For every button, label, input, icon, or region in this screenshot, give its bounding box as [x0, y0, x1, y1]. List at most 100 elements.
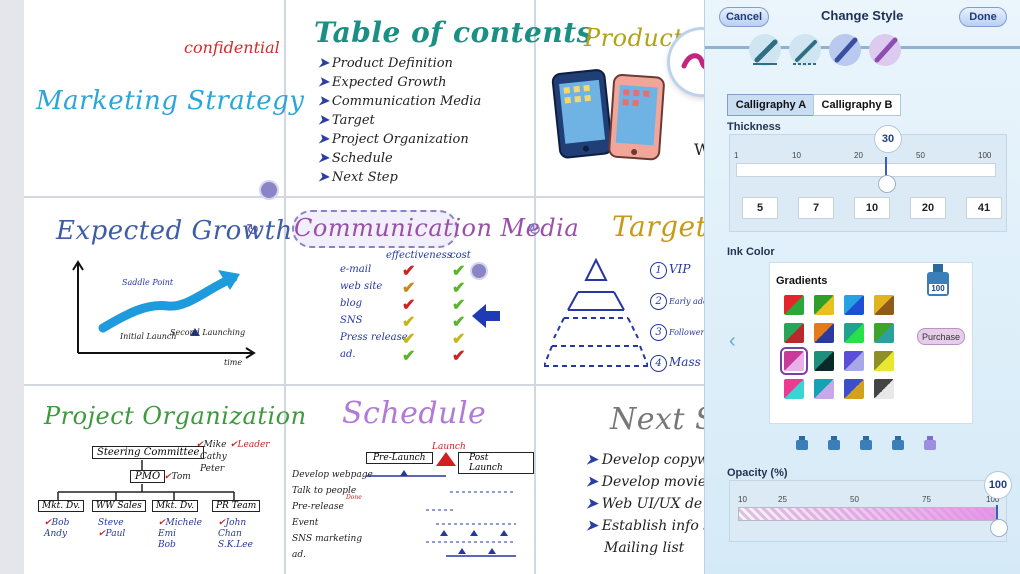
palette-page-icon[interactable] — [827, 436, 841, 450]
team-member: Bob — [158, 540, 176, 550]
media-label: SNS — [340, 315, 363, 326]
team-box: Mkt. Dv. — [152, 500, 199, 512]
pen-3-icon[interactable] — [829, 34, 861, 66]
team-member: ✔John — [218, 518, 247, 528]
color-swatch[interactable] — [784, 379, 804, 399]
target-item: 1 VIP — [650, 258, 690, 279]
thickness-preset-button[interactable]: 41 — [966, 197, 1002, 219]
ink-bottle-icon[interactable]: 100 — [923, 264, 953, 300]
toc-item: ➤ Next Step — [318, 170, 398, 185]
rotate-handle-icon[interactable]: ↻ — [528, 220, 544, 239]
pen-1-icon[interactable] — [749, 34, 781, 66]
palette-page-icon[interactable] — [891, 436, 905, 450]
slide-schedule[interactable]: Schedule Launch Pre-Launch Post Launch D… — [286, 386, 534, 574]
tick-label: 50 — [850, 495, 859, 504]
color-swatch[interactable] — [874, 295, 894, 315]
saddle-label: Saddle Point — [122, 278, 174, 287]
next-item: ➤ Web UI/UX de — [586, 496, 703, 512]
next-item: ➤ Develop copywri — [586, 452, 721, 468]
color-swatch[interactable] — [784, 323, 804, 343]
color-swatch[interactable] — [814, 295, 834, 315]
team-box: PR Team — [212, 500, 261, 512]
color-swatch[interactable] — [874, 351, 894, 371]
thickness-preset-button[interactable]: 10 — [854, 197, 890, 219]
arrow-icon: ➤ — [318, 113, 329, 128]
phones-illustration — [551, 69, 665, 161]
color-swatch[interactable] — [844, 351, 864, 371]
toc-item: ➤ Expected Growth — [318, 75, 447, 90]
slide-toc[interactable]: Table of contents ➤ Product Definition ➤ Ex… — [286, 0, 592, 196]
color-swatch[interactable] — [814, 323, 834, 343]
team-member: Chan — [218, 529, 242, 539]
color-swatch[interactable] — [780, 347, 808, 375]
slide-growth[interactable]: Expected Growth Saddle Point Initial Lau… — [24, 198, 292, 384]
toc-item: ➤ Communication Media — [318, 94, 482, 109]
arrow-icon: ➤ — [318, 56, 329, 71]
task-label: Event — [292, 518, 319, 528]
slide-target[interactable]: Target 1 VIP 2 Early adopter 3 Follower 4 Mass — [536, 198, 725, 384]
arrow-icon: ➤ — [586, 474, 598, 490]
slide-title: Target — [612, 210, 708, 243]
change-style-panel[interactable]: Cancel Change Style Done Calligraphy A C… — [704, 0, 1020, 574]
selection-handle[interactable] — [259, 180, 279, 200]
task-label: Develop webpage — [292, 470, 373, 480]
tab-calligraphy-b[interactable]: Calligraphy B — [813, 94, 901, 116]
done-note: Done — [346, 494, 362, 501]
check-icon: ✔ — [452, 348, 466, 365]
color-swatch[interactable] — [874, 379, 894, 399]
thickness-slider[interactable]: 1 10 20 50 100 30 5 7 10 20 41 — [729, 125, 1007, 232]
target-item: 3 Follower — [650, 320, 704, 341]
canvas-margin — [0, 0, 24, 574]
check-icon: ✔ — [402, 348, 416, 365]
pyramid-diagram — [544, 257, 648, 367]
pen-2-icon[interactable] — [789, 34, 821, 66]
color-swatch[interactable] — [814, 379, 834, 399]
opacity-slider[interactable]: 10 25 50 75 100 100 — [729, 471, 1012, 542]
thickness-preset-button[interactable]: 7 — [798, 197, 834, 219]
second-label: Second Launching — [170, 328, 246, 337]
slide-title: Schedule — [342, 396, 487, 431]
palette-page-icon[interactable] — [923, 436, 937, 450]
cancel-button[interactable]: Cancel — [719, 7, 769, 27]
task-label: Pre-release — [292, 502, 344, 512]
team-box: WW Sales — [92, 500, 146, 512]
thickness-preset-button[interactable]: 5 — [742, 197, 778, 219]
media-label: Press release — [340, 332, 408, 343]
opacity-label: Opacity (%) — [727, 467, 788, 479]
tab-calligraphy-a[interactable]: Calligraphy A — [727, 94, 815, 116]
tick-label: 25 — [778, 495, 787, 504]
palette-page-icon[interactable] — [795, 436, 809, 450]
task-label: ad. — [292, 550, 306, 560]
arrow-icon: ➤ — [586, 496, 598, 512]
media-label: web site — [340, 281, 383, 292]
tick-label: 20 — [854, 151, 863, 160]
palette-page-icon[interactable] — [859, 436, 873, 450]
arrow-icon: ➤ — [318, 75, 329, 90]
scroll-left-icon[interactable]: ‹ — [729, 330, 736, 353]
slide-project[interactable]: Project Organization Steering Committee … — [24, 386, 306, 574]
slide-title: Marketing Strategy — [36, 86, 305, 116]
slide-next[interactable]: Next St ➤ Develop copywri ➤ Develop movie s… — [536, 386, 728, 574]
color-swatch[interactable] — [844, 323, 864, 343]
purchase-button[interactable]: Purchase — [917, 328, 965, 345]
color-swatch[interactable] — [784, 295, 804, 315]
rotate-handle-icon[interactable]: ↻ — [246, 220, 262, 239]
color-swatch[interactable] — [844, 295, 864, 315]
slide-marketing[interactable]: confidential Marketing Strategy — [24, 0, 304, 196]
effectiveness-header: effectiveness — [386, 250, 452, 261]
media-label: e-mail — [340, 264, 372, 275]
color-swatch[interactable] — [844, 379, 864, 399]
tick-label: 75 — [922, 495, 931, 504]
arrow-icon: ➤ — [318, 170, 329, 185]
thickness-value-badge: 30 — [874, 125, 902, 153]
color-swatch[interactable] — [874, 323, 894, 343]
done-button[interactable]: Done — [959, 7, 1007, 27]
color-swatch[interactable] — [814, 351, 834, 371]
thickness-slider-thumb[interactable] — [878, 175, 896, 193]
brush-icon[interactable] — [869, 34, 901, 66]
selection-handle[interactable] — [470, 262, 488, 280]
opacity-slider-thumb[interactable] — [990, 519, 1008, 537]
slide-comm[interactable]: Communication Media effectiveness cost e… — [286, 198, 579, 384]
thickness-preset-button[interactable]: 20 — [910, 197, 946, 219]
opacity-value-badge: 100 — [984, 471, 1012, 499]
